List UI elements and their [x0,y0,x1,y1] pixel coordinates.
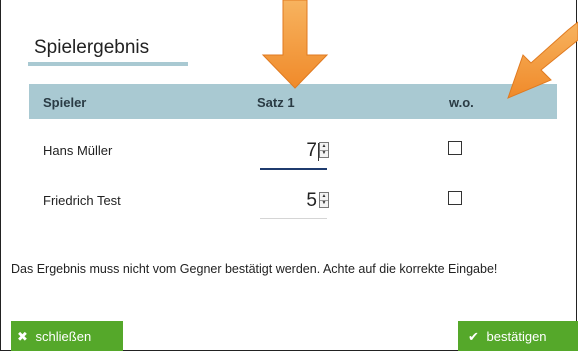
diagonal-arrow-icon [507,21,578,99]
annotation-arrows [261,0,578,99]
down-arrow-icon [261,0,329,89]
